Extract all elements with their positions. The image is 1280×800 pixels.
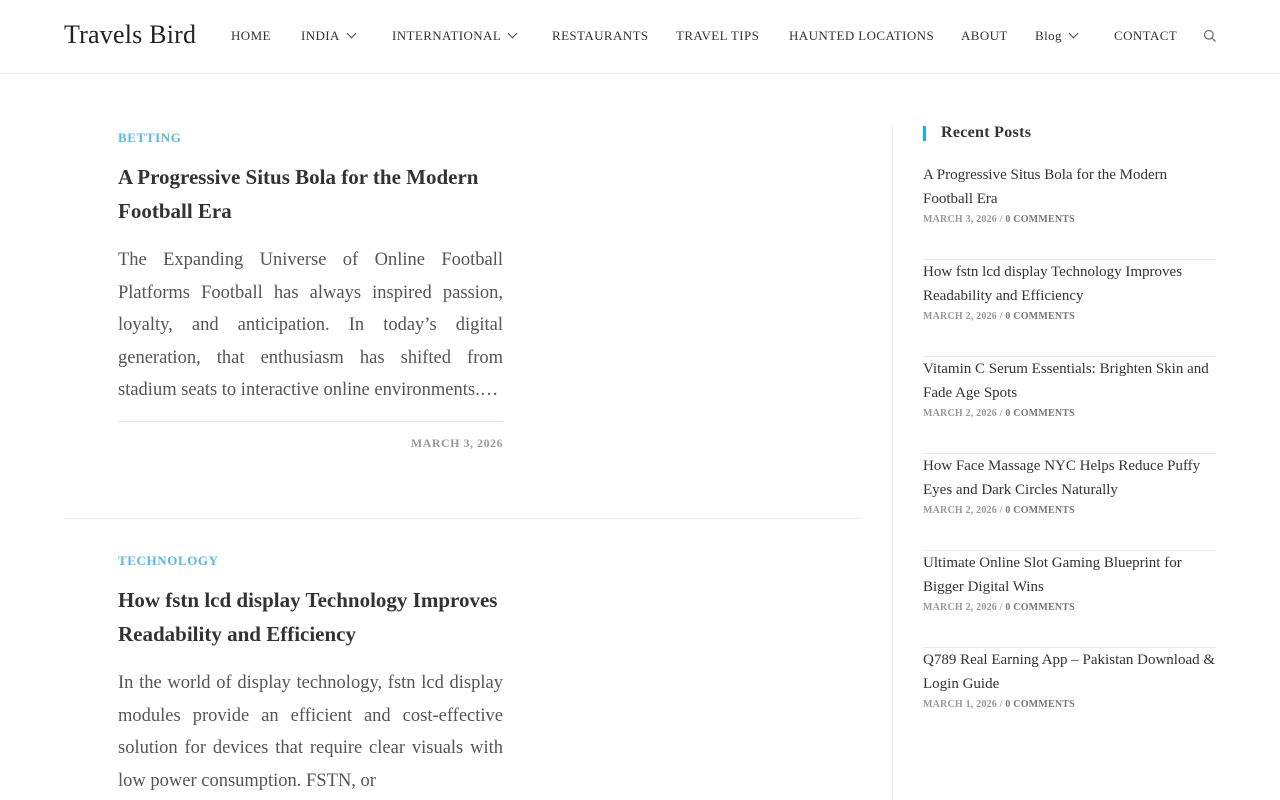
- widget-title: Recent Posts: [941, 124, 1032, 141]
- list-item: How Face Massage NYC Helps Reduce Puffy …: [923, 454, 1216, 551]
- nav-item-haunted-locations[interactable]: HAUNTED LOCATIONS: [789, 28, 934, 44]
- nav-item-about[interactable]: ABOUT: [961, 28, 1008, 44]
- sidebar-divider: [892, 126, 893, 800]
- post-category[interactable]: TECHNOLOGY: [118, 553, 503, 569]
- recent-post-meta: MARCH 2, 2026 / 0 COMMENTS: [923, 505, 1075, 516]
- list-item: Ultimate Online Slot Gaming Blueprint fo…: [923, 551, 1216, 648]
- recent-post-link[interactable]: How Face Massage NYC Helps Reduce Puffy …: [923, 454, 1216, 502]
- post-excerpt: The Expanding Universe of Online Footbal…: [118, 250, 503, 400]
- recent-post-meta: MARCH 2, 2026 / 0 COMMENTS: [923, 408, 1075, 419]
- comments-link[interactable]: 0 COMMENTS: [1005, 699, 1075, 710]
- recent-post-date: MARCH 1, 2026: [923, 699, 997, 710]
- chevron-down-icon: [1068, 28, 1079, 39]
- post-excerpt: In the world of display technology, fstn…: [118, 673, 503, 791]
- recent-post-meta: MARCH 2, 2026 / 0 COMMENTS: [923, 602, 1075, 613]
- recent-post-date: MARCH 2, 2026: [923, 505, 997, 516]
- nav-item-restaurants[interactable]: RESTAURANTS: [552, 28, 649, 44]
- comments-link[interactable]: 0 COMMENTS: [1005, 408, 1075, 419]
- nav-item-india[interactable]: INDIA: [301, 28, 357, 44]
- nav-item-international[interactable]: INTERNATIONAL: [392, 28, 518, 44]
- search-icon[interactable]: [1203, 29, 1217, 43]
- nav-item-label: INDIA: [301, 28, 340, 43]
- post-card: TECHNOLOGY How fstn lcd display Technolo…: [118, 553, 503, 797]
- recent-post-date: MARCH 2, 2026: [923, 408, 997, 419]
- comments-link[interactable]: 0 COMMENTS: [1005, 602, 1075, 613]
- nav-item-travel-tips[interactable]: TRAVEL TIPS: [676, 28, 759, 44]
- comments-link[interactable]: 0 COMMENTS: [1005, 311, 1075, 322]
- post-category[interactable]: BETTING: [118, 130, 503, 146]
- chevron-down-icon: [346, 28, 357, 39]
- recent-post-date: MARCH 3, 2026: [923, 214, 997, 225]
- nav-item-label: Blog: [1035, 28, 1062, 43]
- list-item: Vitamin C Serum Essentials: Brighten Ski…: [923, 357, 1216, 454]
- recent-post-date: MARCH 2, 2026: [923, 311, 997, 322]
- comments-link[interactable]: 0 COMMENTS: [1005, 214, 1075, 225]
- comments-link[interactable]: 0 COMMENTS: [1005, 505, 1075, 516]
- recent-post-date: MARCH 2, 2026: [923, 602, 997, 613]
- recent-post-link[interactable]: Ultimate Online Slot Gaming Blueprint fo…: [923, 551, 1216, 599]
- nav-item-label: INTERNATIONAL: [392, 28, 502, 43]
- recent-post-link[interactable]: Q789 Real Earning App – Pakistan Downloa…: [923, 648, 1216, 696]
- main-nav: HOME INDIA INTERNATIONAL RESTAURANTS TRA…: [0, 0, 1280, 74]
- post-divider: [118, 420, 503, 422]
- nav-item-home[interactable]: HOME: [231, 28, 271, 44]
- widget-title-accent: [923, 126, 926, 141]
- post-title[interactable]: A Progressive Situs Bola for the Modern …: [118, 160, 503, 228]
- post-title[interactable]: How fstn lcd display Technology Improves…: [118, 583, 503, 651]
- post-card: BETTING A Progressive Situs Bola for the…: [118, 130, 503, 451]
- list-item: How fstn lcd display Technology Improves…: [923, 260, 1216, 357]
- chevron-down-icon: [507, 28, 518, 39]
- recent-post-meta: MARCH 3, 2026 / 0 COMMENTS: [923, 214, 1075, 225]
- recent-post-link[interactable]: How fstn lcd display Technology Improves…: [923, 260, 1216, 308]
- nav-item-blog[interactable]: Blog: [1035, 28, 1079, 44]
- recent-post-link[interactable]: Vitamin C Serum Essentials: Brighten Ski…: [923, 357, 1216, 405]
- list-item: Q789 Real Earning App – Pakistan Downloa…: [923, 648, 1216, 745]
- recent-post-link[interactable]: A Progressive Situs Bola for the Modern …: [923, 163, 1216, 211]
- recent-posts-list: A Progressive Situs Bola for the Modern …: [923, 163, 1216, 745]
- recent-post-meta: MARCH 2, 2026 / 0 COMMENTS: [923, 311, 1075, 322]
- post-separator: [64, 518, 862, 519]
- site-header: Travels Bird HOME INDIA INTERNATIONAL RE…: [0, 0, 1280, 74]
- list-item: A Progressive Situs Bola for the Modern …: [923, 163, 1216, 260]
- nav-item-contact[interactable]: CONTACT: [1114, 28, 1177, 44]
- post-date: MARCH 3, 2026: [410, 435, 503, 450]
- recent-post-meta: MARCH 1, 2026 / 0 COMMENTS: [923, 699, 1075, 710]
